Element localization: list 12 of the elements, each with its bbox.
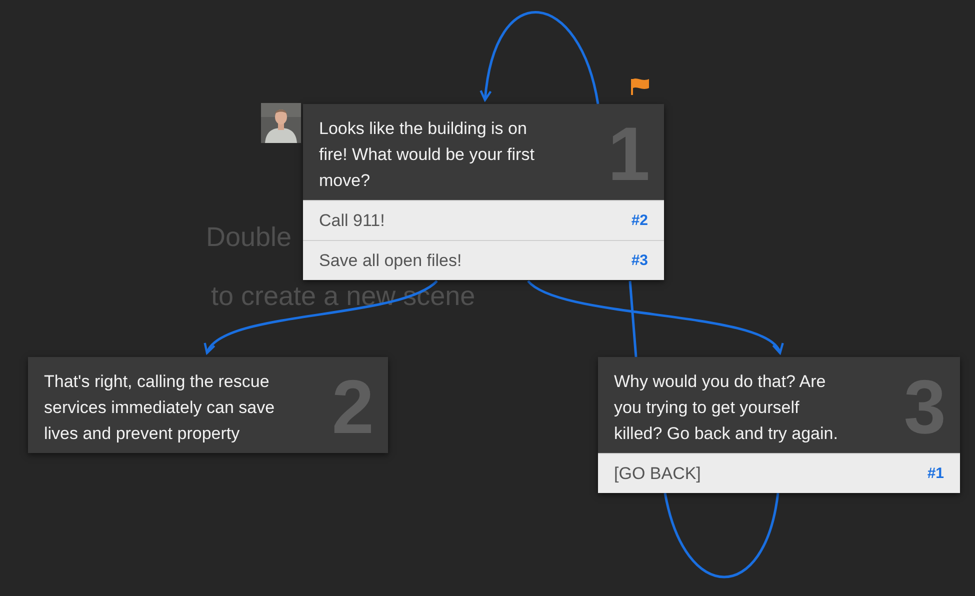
- choice-label: Call 911!: [319, 210, 385, 230]
- choice-target: #3: [631, 252, 648, 269]
- choice-target: #1: [927, 465, 944, 482]
- choice-target: #2: [631, 212, 648, 229]
- choice-row[interactable]: Save all open files! #3: [303, 240, 664, 280]
- choice-label: [GO BACK]: [614, 464, 701, 484]
- scene-text: Why would you do that? Are you trying to get yourself killed? Go back and try again.: [614, 371, 839, 445]
- scene-text: That's right, calling the rescue services immediately can save lives and prevent property: [44, 371, 276, 445]
- choice-row[interactable]: Call 911! #2: [303, 200, 664, 240]
- scene-text: Looks like the building is on fire! What would be your first move?: [319, 118, 536, 192]
- choice-row[interactable]: [GO BACK] #1: [598, 453, 960, 493]
- choice-label: Save all open files!: [319, 250, 462, 270]
